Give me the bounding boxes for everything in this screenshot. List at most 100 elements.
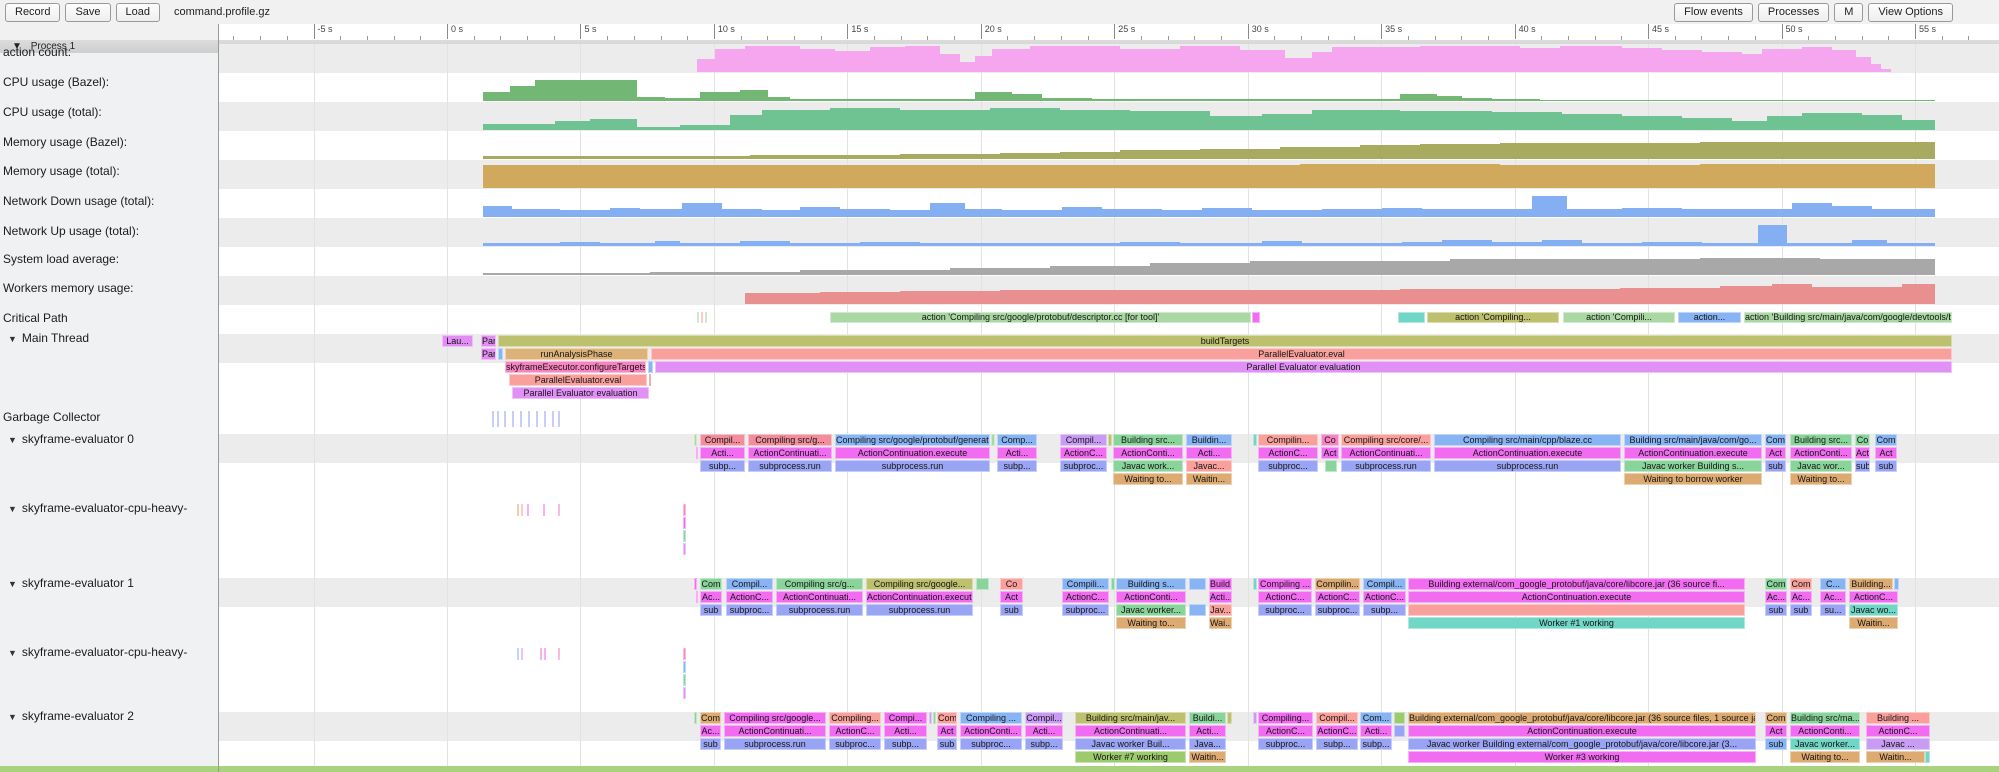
thread-group-label-skyframe-evaluator-cpu-heavy[interactable]: ▼skyframe-evaluator-cpu-heavy- [0,645,214,659]
trace-event-block[interactable]: subprocess.run [776,604,863,616]
trace-event-block[interactable]: ActionC... [1258,447,1318,459]
trace-event-block[interactable]: Com [1765,712,1787,724]
thread-group-label-skyframe-evaluator-2[interactable]: ▼skyframe-evaluator 2 [0,709,214,723]
trace-event-block[interactable]: ActionC... [1849,591,1898,603]
trace-event-block[interactable] [521,648,523,660]
trace-event-block[interactable] [929,712,932,724]
trace-event-block[interactable]: Compiling ... [960,712,1022,724]
trace-event-block[interactable]: ActionC... [1258,591,1312,603]
trace-event-block[interactable]: subproc... [1258,738,1313,750]
trace-event-block[interactable]: ActionC... [1866,725,1930,737]
trace-event-block[interactable]: action... [1678,312,1741,323]
collapse-arrow-icon[interactable]: ▼ [8,648,17,658]
trace-event-block[interactable]: Acti... [1360,725,1392,737]
trace-event-block[interactable] [1108,434,1112,446]
trace-event-block[interactable]: sub [1765,604,1787,616]
trace-event-block[interactable]: Building src/main/jav... [1075,712,1186,724]
trace-event-block[interactable] [683,674,686,686]
trace-event-block[interactable]: ActionC... [1363,591,1406,603]
thread-group-label-skyframe-evaluator-0[interactable]: ▼skyframe-evaluator 0 [0,432,214,446]
trace-event-block[interactable]: ActionC... [1060,447,1107,459]
trace-event-block[interactable]: Building... [1849,578,1893,590]
trace-event-block[interactable] [694,578,697,590]
trace-event-block[interactable]: subproc... [960,738,1022,750]
trace-event-block[interactable]: Par [481,348,496,360]
trace-event-block[interactable] [683,543,686,555]
trace-event-block[interactable] [1253,712,1257,724]
trace-event-block[interactable]: Compil... [1060,434,1107,446]
trace-event-block[interactable]: sub [1000,604,1023,616]
trace-event-block[interactable] [528,411,530,427]
trace-event-block[interactable]: Compil... [726,578,773,590]
trace-event-block[interactable]: ActionC... [1062,591,1109,603]
trace-event-block[interactable]: Act [1855,447,1870,459]
trace-event-block[interactable] [517,504,519,516]
trace-event-block[interactable]: Acti... [1186,447,1232,459]
trace-event-block[interactable]: Co [1321,434,1339,446]
trace-event-block[interactable]: Compil... [700,434,745,446]
trace-event-block[interactable]: subproc... [1060,460,1107,472]
trace-event-block[interactable]: ActionConti... [960,725,1022,737]
trace-event-block[interactable]: ActionContinuation.execute [866,591,973,603]
trace-event-block[interactable] [696,447,698,459]
trace-event-block[interactable]: ActionContinuati... [748,447,832,459]
trace-event-block[interactable]: su... [1820,604,1846,616]
trace-event-block[interactable]: Compil... [1025,712,1063,724]
trace-event-block[interactable] [694,712,697,724]
trace-event-block[interactable]: Waiting to... [1790,473,1852,485]
trace-event-block[interactable]: Acti... [997,447,1037,459]
trace-event-block[interactable] [1894,578,1899,590]
trace-event-block[interactable]: sub [937,738,957,750]
trace-event-block[interactable]: ActionC... [829,725,881,737]
trace-event-block[interactable] [1227,712,1232,724]
trace-event-block[interactable]: C... [1820,578,1846,590]
trace-event-block[interactable]: ActionContinuati... [1341,447,1431,459]
trace-event-block[interactable] [540,648,542,660]
trace-event-block[interactable] [696,591,698,603]
trace-event-block[interactable]: Compiling src/google... [866,578,973,590]
trace-event-block[interactable]: ActionContinuati... [724,725,826,737]
trace-event-block[interactable]: ParallelEvaluator.eval [651,348,1952,360]
trace-event-block[interactable]: Javac wor... [1790,460,1852,472]
trace-event-block[interactable]: Acti... [700,447,745,459]
trace-event-block[interactable] [492,411,494,427]
collapse-arrow-icon[interactable]: ▼ [8,579,17,589]
trace-event-block[interactable]: ParallelEvaluator.eval [509,374,647,386]
collapse-arrow-icon[interactable]: ▼ [8,435,17,445]
trace-event-block[interactable]: Waiting to borrow worker [1624,473,1762,485]
trace-event-block[interactable]: Compiling ... [1258,578,1312,590]
trace-event-block[interactable]: ActionC... [726,591,773,603]
trace-event-block[interactable]: sub [700,604,722,616]
timeline-ruler[interactable]: -5 s0 s5 s10 s15 s20 s25 s30 s35 s40 s45… [218,24,1999,41]
trace-event-block[interactable] [701,312,703,323]
trace-event-block[interactable]: Compiling... [1258,712,1313,724]
trace-event-block[interactable] [543,504,545,516]
trace-event-block[interactable]: Com [700,578,722,590]
trace-event-block[interactable] [1925,751,1930,763]
trace-event-block[interactable]: Waitin... [1189,751,1226,763]
trace-event-block[interactable]: Ac... [1820,591,1846,603]
thread-group-label-main-thread[interactable]: ▼Main Thread [0,331,214,345]
trace-event-block[interactable]: Compiling src/core/... [1341,434,1431,446]
trace-event-block[interactable]: Par [481,335,496,347]
trace-event-block[interactable] [683,661,686,673]
trace-event-block[interactable]: Building ... [1866,712,1930,724]
trace-event-block[interactable]: Compili... [1062,578,1109,590]
trace-event-block[interactable] [1111,578,1115,590]
trace-event-block[interactable] [558,411,560,427]
collapse-arrow-icon[interactable]: ▼ [8,504,17,514]
trace-event-block[interactable]: Com [937,712,957,724]
trace-event-block[interactable]: Lau... [442,335,473,347]
thread-group-label-skyframe-evaluator-cpu-heavy[interactable]: ▼skyframe-evaluator-cpu-heavy- [0,501,214,515]
trace-event-block[interactable]: subproc... [1315,604,1360,616]
trace-event-block[interactable]: action 'Compiling... [1427,312,1559,323]
trace-event-block[interactable]: action 'Building src/main/java/com/googl… [1744,312,1952,323]
trace-event-block[interactable]: Waiting to... [1116,617,1186,629]
trace-event-block[interactable] [498,348,503,360]
trace-event-block[interactable]: subp... [1363,604,1406,616]
trace-event-block[interactable]: Javac worker Buil... [1075,738,1186,750]
trace-event-block[interactable]: Buildi... [1189,712,1226,724]
trace-event-block[interactable]: Compiling src/g... [776,578,863,590]
trace-event-block[interactable]: subproc... [829,738,881,750]
trace-event-block[interactable]: Compiling src/g... [748,434,832,446]
